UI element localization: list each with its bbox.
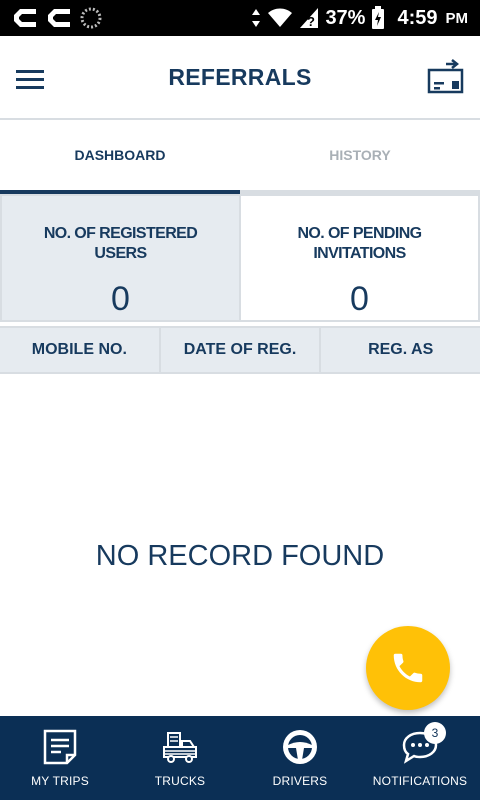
nav-my-trips[interactable]: MY TRIPS <box>0 716 120 800</box>
pending-invitations-label: NO. OF PENDING INVITATIONS <box>297 225 422 262</box>
nav-trucks[interactable]: TRUCKS <box>120 716 240 800</box>
wifi-icon <box>268 8 293 27</box>
nav-label-drivers: DRIVERS <box>272 774 328 788</box>
nav-label-notifications: NOTIFICATIONS <box>372 774 468 788</box>
bottom-navigation: MY TRIPS TRUCKS DRIVERS 3 NOTIFICATIONS <box>0 716 480 800</box>
pending-invitations-card: NO. OF PENDING INVITATIONS 0 <box>241 194 480 322</box>
svg-text:?: ? <box>307 14 315 29</box>
tab-dashboard[interactable]: DASHBOARD <box>0 120 240 194</box>
stats-panel: NO. OF REGISTERED USERS 0 NO. OF PENDING… <box>0 194 480 322</box>
app-bar: REFERRALS <box>0 36 480 120</box>
clock: 4:59 <box>397 6 438 29</box>
nav-notifications[interactable]: 3 NOTIFICATIONS <box>360 716 480 800</box>
pending-invitations-count: 0 <box>350 280 369 318</box>
registered-users-label: NO. OF REGISTERED USERS <box>43 225 198 262</box>
nav-drivers[interactable]: DRIVERS <box>240 716 360 800</box>
app-logo-icon <box>48 9 70 27</box>
trips-icon <box>43 729 77 765</box>
clock-ampm: PM <box>445 9 469 27</box>
column-mobile-no: MOBILE NO. <box>0 328 161 372</box>
registered-users-count: 0 <box>111 280 130 318</box>
column-reg-as: REG. AS <box>368 341 434 358</box>
send-card-icon <box>427 59 464 94</box>
column-date-of-reg: DATE OF REG. <box>161 328 322 372</box>
truck-icon <box>163 732 197 763</box>
status-bar: ? 37% 4:59 PM <box>0 0 480 36</box>
steering-wheel-icon <box>283 730 317 764</box>
notification-count-badge: 3 <box>424 722 446 744</box>
call-button[interactable] <box>366 626 450 710</box>
tab-history[interactable]: HISTORY <box>240 120 480 190</box>
send-invite-button[interactable] <box>426 58 466 98</box>
battery-charging-icon <box>372 6 385 29</box>
data-arrows-icon <box>252 9 261 27</box>
registered-users-card: NO. OF REGISTERED USERS 0 <box>0 194 241 322</box>
phone-icon <box>393 653 423 683</box>
nav-label-trucks: TRUCKS <box>154 774 206 788</box>
empty-state-message: NO RECORD FOUND <box>95 540 385 572</box>
page-title: REFERRALS <box>168 64 312 90</box>
battery-percent: 37% <box>325 6 366 29</box>
tab-bar: DASHBOARD HISTORY <box>0 120 480 194</box>
sync-icon <box>80 7 102 29</box>
app-logo-icon <box>14 9 36 27</box>
signal-icon: ? <box>300 8 319 29</box>
nav-label-my-trips: MY TRIPS <box>31 774 89 788</box>
table-header: MOBILE NO. DATE OF REG. REG. AS <box>0 326 480 374</box>
